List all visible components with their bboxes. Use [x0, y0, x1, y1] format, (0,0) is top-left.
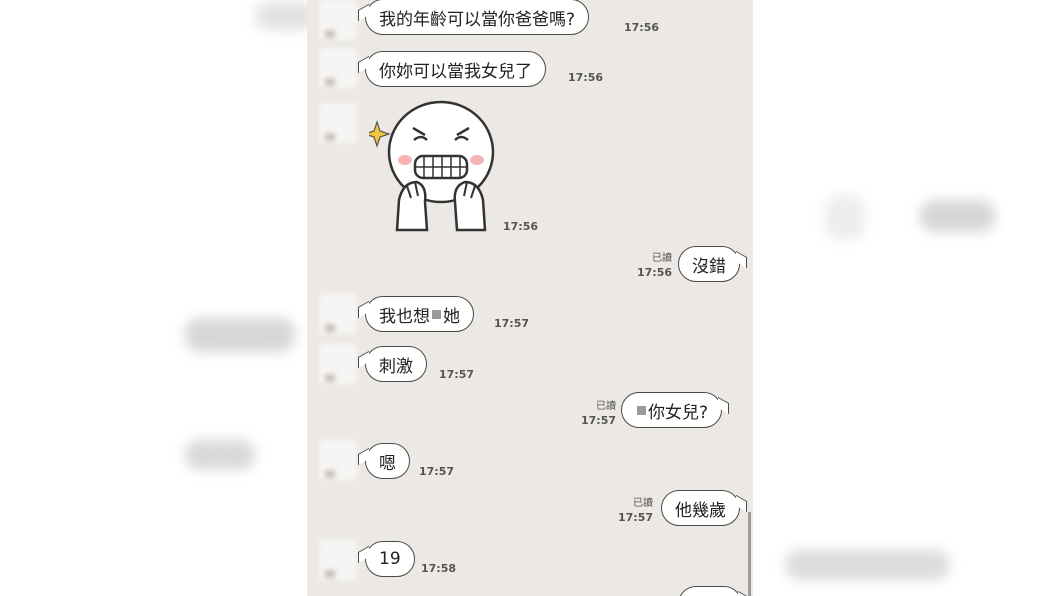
message-bubble[interactable]: 你妳可以當我女兒了	[365, 51, 546, 87]
message-text: 我也想	[379, 306, 430, 327]
message-time: 17:57	[494, 317, 530, 330]
message-bubble[interactable]: 19	[365, 541, 415, 577]
message-text: 她	[443, 306, 460, 327]
message-time: 17:56	[568, 71, 604, 84]
message-text: 刺激	[379, 356, 413, 377]
avatar[interactable]	[319, 294, 357, 334]
message-bubble[interactable]: 他幾歲	[661, 490, 740, 526]
censor-mark	[637, 405, 646, 415]
message-bubble[interactable]: 你女兒?	[621, 392, 723, 428]
sticker-grinning-face-icon[interactable]	[369, 100, 504, 235]
message-text: 我的年齡可以當你爸爸嗎?	[379, 9, 576, 30]
blurred-background-left	[185, 318, 295, 352]
message-bubble-partial[interactable]	[678, 586, 742, 596]
message-meta: 已讀 17:56	[637, 252, 672, 280]
message-time: 17:57	[581, 414, 617, 427]
message-bubble[interactable]: 沒錯	[678, 246, 740, 282]
blurred-background-left-3	[255, 2, 315, 30]
message-meta: 已讀 17:57	[618, 497, 653, 525]
read-receipt: 已讀	[633, 498, 653, 509]
avatar[interactable]	[319, 48, 357, 88]
message-bubble[interactable]: 我的年齡可以當你爸爸嗎?	[365, 0, 590, 35]
avatar[interactable]	[319, 0, 357, 40]
censor-mark	[432, 309, 441, 319]
message-time: 17:57	[439, 368, 475, 381]
blurred-background-left-2	[185, 440, 255, 470]
message-time: 17:57	[419, 465, 455, 478]
message-time: 17:58	[421, 562, 457, 575]
scrollbar[interactable]	[748, 512, 751, 596]
avatar[interactable]	[319, 344, 357, 384]
message-text: 你女兒?	[648, 402, 709, 423]
message-time: 17:56	[503, 220, 539, 233]
blurred-background-right-2	[825, 195, 865, 240]
blurred-background-right-3	[785, 550, 950, 580]
message-bubble[interactable]: 嗯	[365, 443, 410, 479]
avatar[interactable]	[319, 540, 357, 580]
message-text: 沒錯	[692, 256, 726, 277]
message-bubble[interactable]: 我也想 她	[365, 296, 474, 332]
message-text: 19	[379, 549, 401, 569]
message-text: 他幾歲	[675, 500, 726, 521]
sparkle-icon	[369, 120, 391, 148]
read-receipt: 已讀	[596, 401, 616, 412]
message-text: 你妳可以當我女兒了	[379, 61, 532, 82]
read-receipt: 已讀	[652, 253, 672, 264]
message-text: 嗯	[379, 453, 396, 474]
avatar[interactable]	[319, 103, 357, 143]
message-bubble[interactable]: 刺激	[365, 346, 427, 382]
message-time: 17:57	[618, 511, 654, 524]
message-time: 17:56	[637, 266, 673, 279]
message-time: 17:56	[624, 21, 660, 34]
blurred-background-right	[920, 200, 995, 232]
avatar[interactable]	[319, 440, 357, 480]
message-meta: 已讀 17:57	[581, 400, 616, 428]
chat-window: 我的年齡可以當你爸爸嗎? 17:56 你妳可以當我女兒了 17:56 17:56…	[307, 0, 753, 596]
